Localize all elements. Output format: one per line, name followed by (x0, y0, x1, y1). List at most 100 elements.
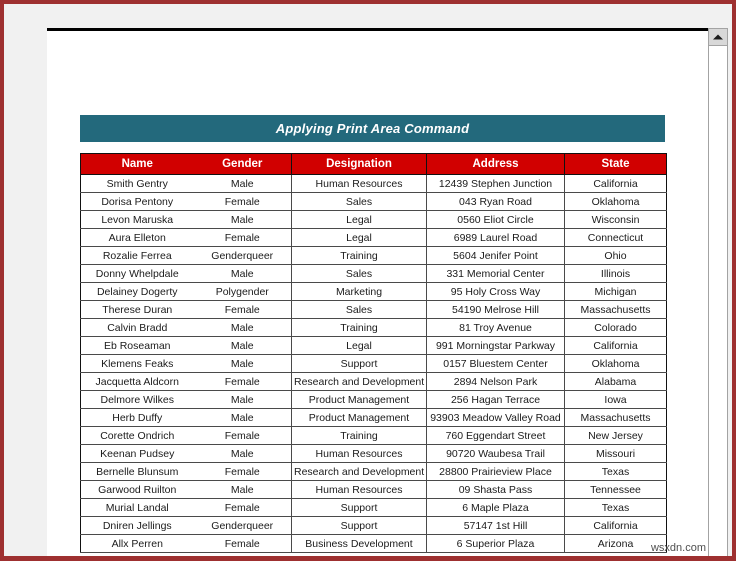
cell-address[interactable]: 54190 Melrose Hill (426, 300, 565, 319)
table-row[interactable]: Eb Roseaman Male Legal 991 Morningstar Park… (80, 336, 667, 355)
cell-name[interactable]: Murial Landal (80, 498, 194, 517)
cell-designation[interactable]: Support (291, 354, 427, 373)
cell-designation[interactable]: Human Resources (291, 444, 427, 463)
cell-gender[interactable]: Female (193, 228, 292, 247)
table-row[interactable]: Klemens Feaks Male Support 0157 Bluestem Ce… (80, 354, 667, 373)
cell-address[interactable]: 81 Troy Avenue (426, 318, 565, 337)
cell-designation[interactable]: Legal (291, 210, 427, 229)
cell-name[interactable]: Jacquetta Aldcorn (80, 372, 194, 391)
cell-designation[interactable]: Sales (291, 300, 427, 319)
cell-address[interactable]: 09 Shasta Pass (426, 480, 565, 499)
cell-gender[interactable]: Female (193, 372, 292, 391)
cell-designation[interactable]: Training (291, 426, 427, 445)
cell-state[interactable]: Texas (564, 462, 667, 481)
cell-address[interactable]: 043 Ryan Road (426, 192, 565, 211)
cell-gender[interactable]: Male (193, 390, 292, 409)
cell-designation[interactable]: Research and Development (291, 372, 427, 391)
table-row[interactable]: Therese Duran Female Sales 54190 Melrose Hi… (80, 300, 667, 319)
cell-gender[interactable]: Polygender (193, 282, 292, 301)
cell-gender[interactable]: Female (193, 192, 292, 211)
table-row[interactable]: Calvin Bradd Male Training 81 Troy Avenue Co… (80, 318, 667, 337)
cell-state[interactable]: Oklahoma (564, 354, 667, 373)
cell-name[interactable]: Allx Perren (80, 534, 194, 553)
cell-state[interactable]: Illinois (564, 264, 667, 283)
cell-state[interactable]: Colorado (564, 318, 667, 337)
cell-gender[interactable]: Female (193, 498, 292, 517)
table-row[interactable]: Dorisa Pentony Female Sales 043 Ryan Road Ok… (80, 192, 667, 211)
cell-address[interactable]: 12439 Stephen Junction (426, 174, 565, 193)
table-row[interactable]: Rozalie Ferrea Genderqueer Training 5604 Je… (80, 246, 667, 265)
cell-state[interactable]: Wisconsin (564, 210, 667, 229)
vertical-scrollbar[interactable] (708, 28, 728, 556)
cell-gender[interactable]: Male (193, 174, 292, 193)
cell-state[interactable]: Massachusetts (564, 300, 667, 319)
cell-gender[interactable]: Female (193, 426, 292, 445)
cell-address[interactable]: 2894 Nelson Park (426, 372, 565, 391)
cell-gender[interactable]: Male (193, 480, 292, 499)
cell-name[interactable]: Corette Ondrich (80, 426, 194, 445)
cell-address[interactable]: 331 Memorial Center (426, 264, 565, 283)
scrollbar-track[interactable] (709, 46, 727, 556)
cell-state[interactable]: Iowa (564, 390, 667, 409)
table-row[interactable]: Keenan Pudsey Male Human Resources 90720 Wa… (80, 444, 667, 463)
cell-name[interactable]: Delmore Wilkes (80, 390, 194, 409)
cell-name[interactable]: Aura Elleton (80, 228, 194, 247)
cell-address[interactable]: 991 Morningstar Parkway (426, 336, 565, 355)
cell-state[interactable]: California (564, 174, 667, 193)
cell-gender[interactable]: Genderqueer (193, 516, 292, 535)
cell-name[interactable]: Keenan Pudsey (80, 444, 194, 463)
table-row[interactable]: Allx Perren Female Business Development 6 S… (80, 534, 667, 553)
cell-address[interactable]: 90720 Waubesa Trail (426, 444, 565, 463)
cell-gender[interactable]: Male (193, 444, 292, 463)
column-header-designation[interactable]: Designation (291, 153, 427, 175)
cell-state[interactable]: Massachusetts (564, 408, 667, 427)
cell-designation[interactable]: Sales (291, 264, 427, 283)
cell-designation[interactable]: Research and Development (291, 462, 427, 481)
cell-designation[interactable]: Human Resources (291, 480, 427, 499)
cell-address[interactable]: 28800 Prairieview Place (426, 462, 565, 481)
cell-address[interactable]: 256 Hagan Terrace (426, 390, 565, 409)
table-row[interactable]: Garwood Ruilton Male Human Resources 09 Sha… (80, 480, 667, 499)
cell-name[interactable]: Donny Whelpdale (80, 264, 194, 283)
cell-name[interactable]: Dniren Jellings (80, 516, 194, 535)
table-row[interactable]: Levon Maruska Male Legal 0560 Eliot Circle W… (80, 210, 667, 229)
table-row[interactable]: Delainey Dogerty Polygender Marketing 95 Ho… (80, 282, 667, 301)
table-row[interactable]: Bernelle Blunsum Female Research and Devel… (80, 462, 667, 481)
cell-address[interactable]: 0560 Eliot Circle (426, 210, 565, 229)
table-row[interactable]: Aura Elleton Female Legal 6989 Laurel Road C… (80, 228, 667, 247)
cell-gender[interactable]: Genderqueer (193, 246, 292, 265)
cell-address[interactable]: 5604 Jenifer Point (426, 246, 565, 265)
column-header-gender[interactable]: Gender (193, 153, 292, 175)
cell-name[interactable]: Therese Duran (80, 300, 194, 319)
cell-state[interactable]: Oklahoma (564, 192, 667, 211)
cell-gender[interactable]: Female (193, 534, 292, 553)
column-header-address[interactable]: Address (426, 153, 565, 175)
column-header-state[interactable]: State (564, 153, 667, 175)
cell-designation[interactable]: Sales (291, 192, 427, 211)
table-row[interactable]: Donny Whelpdale Male Sales 331 Memorial Cen… (80, 264, 667, 283)
cell-designation[interactable]: Support (291, 516, 427, 535)
cell-state[interactable]: New Jersey (564, 426, 667, 445)
cell-name[interactable]: Klemens Feaks (80, 354, 194, 373)
cell-name[interactable]: Bernelle Blunsum (80, 462, 194, 481)
cell-name[interactable]: Levon Maruska (80, 210, 194, 229)
table-row[interactable]: Herb Duffy Male Product Management 93903 Me… (80, 408, 667, 427)
cell-name[interactable]: Smith Gentry (80, 174, 194, 193)
cell-state[interactable]: Texas (564, 498, 667, 517)
cell-designation[interactable]: Support (291, 498, 427, 517)
cell-designation[interactable]: Business Development (291, 534, 427, 553)
cell-state[interactable]: Alabama (564, 372, 667, 391)
cell-state[interactable]: California (564, 516, 667, 535)
cell-designation[interactable]: Human Resources (291, 174, 427, 193)
cell-address[interactable]: 0157 Bluestem Center (426, 354, 565, 373)
cell-address[interactable]: 57147 1st Hill (426, 516, 565, 535)
table-row[interactable]: Murial Landal Female Support 6 Maple Plaza T… (80, 498, 667, 517)
cell-address[interactable]: 6 Maple Plaza (426, 498, 565, 517)
cell-designation[interactable]: Training (291, 318, 427, 337)
cell-gender[interactable]: Male (193, 210, 292, 229)
table-row[interactable]: Dniren Jellings Genderqueer Support 57147 1… (80, 516, 667, 535)
cell-state[interactable]: Connecticut (564, 228, 667, 247)
cell-address[interactable]: 6 Superior Plaza (426, 534, 565, 553)
cell-gender[interactable]: Male (193, 264, 292, 283)
cell-name[interactable]: Garwood Ruilton (80, 480, 194, 499)
